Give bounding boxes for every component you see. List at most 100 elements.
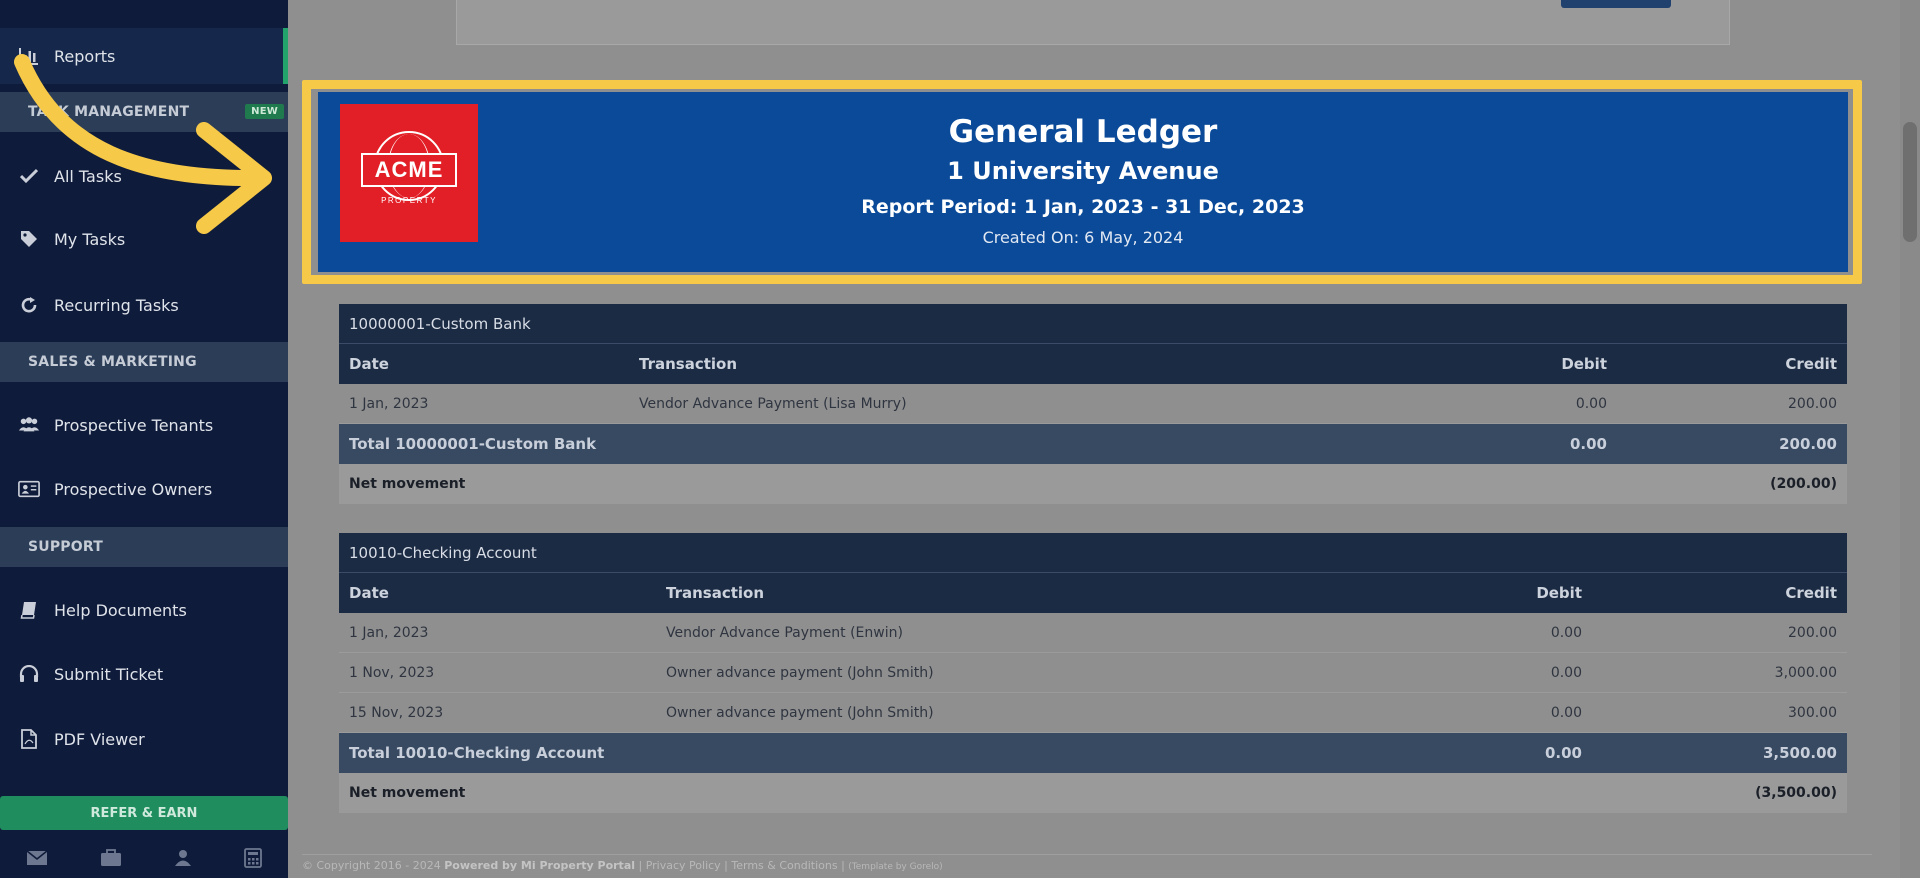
users-icon: [18, 414, 40, 436]
sidebar-item-label: All Tasks: [54, 166, 122, 186]
column-header-date: Date: [349, 355, 389, 373]
account-name: 10000001-Custom Bank: [349, 314, 531, 333]
sidebar-item-my-tasks[interactable]: My Tasks: [0, 211, 288, 267]
table-row: 1 Jan, 2023 Vendor Advance Payment (Enwi…: [339, 613, 1847, 653]
new-badge: NEW: [245, 104, 284, 119]
total-label: Total 10000001-Custom Bank: [349, 435, 597, 453]
row-transaction: Owner advance payment (John Smith): [666, 704, 934, 721]
calculator-icon[interactable]: [244, 848, 262, 872]
total-debit: 0.00: [1569, 435, 1607, 453]
row-credit: 200.00: [1788, 624, 1837, 641]
terms-link[interactable]: Terms & Conditions: [731, 859, 837, 872]
section-header-label: SUPPORT: [28, 539, 103, 555]
row-credit: 300.00: [1788, 704, 1837, 721]
row-debit: 0.00: [1550, 624, 1582, 641]
book-icon: [18, 599, 40, 621]
sidebar-item-label: Submit Ticket: [54, 664, 164, 684]
ledger-table-custom-bank: 10000001-Custom Bank Date Transaction De…: [339, 304, 1847, 504]
sidebar-item-recurring-tasks[interactable]: Recurring Tasks: [0, 277, 288, 333]
table-row: 1 Nov, 2023 Owner advance payment (John …: [339, 653, 1847, 693]
table-row: 15 Nov, 2023 Owner advance payment (John…: [339, 693, 1847, 733]
row-transaction: Vendor Advance Payment (Enwin): [666, 624, 903, 641]
page-footer: © Copyright 2016 - 2024 Powered by Mi Pr…: [302, 854, 1872, 872]
row-date: 15 Nov, 2023: [349, 704, 444, 721]
net-movement-value: (3,500.00): [1755, 785, 1837, 801]
account-title-row: 10010-Checking Account: [339, 533, 1847, 573]
sidebar-item-label: PDF Viewer: [54, 729, 145, 749]
row-transaction: Owner advance payment (John Smith): [666, 664, 934, 681]
table-header-row: Date Transaction Debit Credit: [339, 344, 1847, 384]
sidebar-item-reports[interactable]: Reports: [0, 28, 288, 84]
total-row: Total 10010-Checking Account 0.00 3,500.…: [339, 733, 1847, 773]
total-label: Total 10010-Checking Account: [349, 744, 605, 762]
section-header-support: SUPPORT: [0, 527, 288, 567]
row-date: 1 Nov, 2023: [349, 664, 435, 681]
column-header-debit: Debit: [1536, 584, 1582, 602]
copyright-text: © Copyright 2016 - 2024: [302, 859, 441, 872]
account-name: 10010-Checking Account: [349, 543, 537, 562]
scrollbar-thumb[interactable]: [1903, 122, 1917, 242]
template-credit: (Template by Gorelo): [848, 862, 943, 872]
sidebar-item-help-documents[interactable]: Help Documents: [0, 582, 288, 638]
sidebar-item-label: Help Documents: [54, 600, 187, 620]
pdf-file-icon: [18, 728, 40, 750]
check-icon: [18, 165, 40, 187]
row-date: 1 Jan, 2023: [349, 624, 429, 641]
headset-icon: [18, 663, 40, 685]
row-debit: 0.00: [1550, 704, 1582, 721]
section-header-sales-marketing: SALES & MARKETING: [0, 342, 288, 382]
column-header-transaction: Transaction: [666, 584, 765, 602]
sidebar: Reports TASK MANAGEMENT NEW All Tasks My…: [0, 0, 288, 878]
row-transaction: Vendor Advance Payment (Lisa Murry): [639, 395, 907, 412]
table-header-row: Date Transaction Debit Credit: [339, 573, 1847, 613]
user-icon[interactable]: [174, 849, 192, 871]
generate-button[interactable]: [1561, 0, 1671, 8]
refresh-icon: [18, 294, 40, 316]
refer-earn-button[interactable]: REFER & EARN: [0, 796, 288, 830]
total-credit: 3,500.00: [1762, 744, 1837, 762]
row-debit: 0.00: [1550, 664, 1582, 681]
net-movement-row: Net movement (200.00): [339, 464, 1847, 504]
id-card-icon: [18, 478, 40, 500]
bar-chart-icon: [18, 45, 40, 67]
sidebar-item-label: Recurring Tasks: [54, 295, 179, 315]
section-header-label: SALES & MARKETING: [28, 354, 197, 370]
column-header-date: Date: [349, 584, 389, 602]
sidebar-item-label: Prospective Tenants: [54, 415, 214, 435]
total-debit: 0.00: [1544, 744, 1582, 762]
column-header-debit: Debit: [1561, 355, 1607, 373]
powered-by-link[interactable]: Powered by Mi Property Portal: [444, 859, 635, 872]
net-movement-row: Net movement (3,500.00): [339, 773, 1847, 813]
column-header-credit: Credit: [1785, 355, 1837, 373]
table-row: 1 Jan, 2023 Vendor Advance Payment (Lisa…: [339, 384, 1847, 424]
tag-icon: [18, 228, 40, 250]
row-debit: 0.00: [1575, 395, 1607, 412]
page-scrollbar[interactable]: [1900, 0, 1920, 878]
total-row: Total 10000001-Custom Bank 0.00 200.00: [339, 424, 1847, 464]
filter-card: [456, 0, 1730, 45]
row-date: 1 Jan, 2023: [349, 395, 429, 412]
briefcase-icon[interactable]: [100, 849, 122, 871]
privacy-policy-link[interactable]: Privacy Policy: [646, 859, 721, 872]
sidebar-item-submit-ticket[interactable]: Submit Ticket: [0, 646, 288, 702]
section-header-task-management: TASK MANAGEMENT NEW: [0, 92, 288, 132]
section-header-label: TASK MANAGEMENT: [28, 104, 190, 120]
account-title-row: 10000001-Custom Bank: [339, 304, 1847, 344]
sidebar-item-pdf-viewer[interactable]: PDF Viewer: [0, 711, 288, 767]
highlight-frame: [302, 80, 1862, 284]
sidebar-bottom-toolbar: [0, 842, 288, 878]
sidebar-item-prospective-tenants[interactable]: Prospective Tenants: [0, 397, 288, 453]
ledger-table-checking-account: 10010-Checking Account Date Transaction …: [339, 533, 1847, 813]
sidebar-item-label: My Tasks: [54, 229, 126, 249]
sidebar-item-label: Prospective Owners: [54, 479, 213, 499]
row-credit: 3,000.00: [1774, 664, 1837, 681]
sidebar-item-all-tasks[interactable]: All Tasks: [0, 148, 288, 204]
total-credit: 200.00: [1779, 435, 1837, 453]
column-header-transaction: Transaction: [639, 355, 738, 373]
column-header-credit: Credit: [1785, 584, 1837, 602]
row-credit: 200.00: [1788, 395, 1837, 412]
net-movement-label: Net movement: [349, 476, 466, 492]
mail-icon[interactable]: [26, 850, 48, 870]
net-movement-value: (200.00): [1770, 476, 1837, 492]
sidebar-item-prospective-owners[interactable]: Prospective Owners: [0, 461, 288, 517]
